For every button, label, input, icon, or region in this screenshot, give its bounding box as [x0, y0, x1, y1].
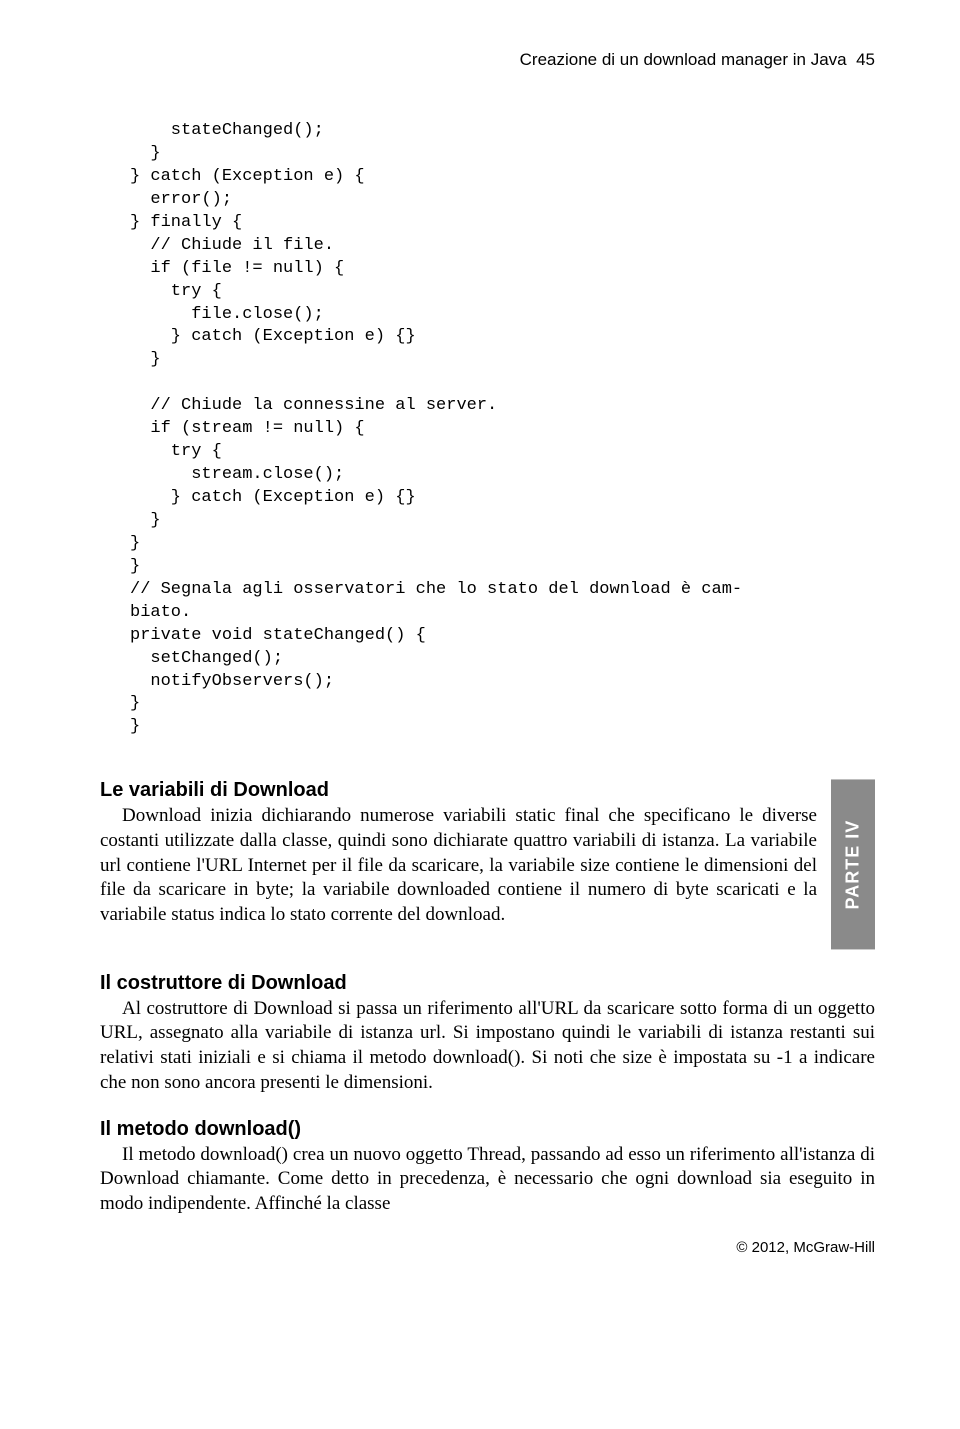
page-number: 45 [856, 50, 875, 69]
section-body: Al costruttore di Download si passa un r… [100, 997, 875, 1096]
page-content: Creazione di un download manager in Java… [0, 0, 960, 1286]
code-listing: stateChanged(); } } catch (Exception e) … [130, 120, 875, 739]
section-variabili: Le variabili di Download Download inizia… [100, 779, 817, 927]
section-title: Il metodo download() [100, 1118, 875, 1141]
section-body: Il metodo download() crea un nuovo ogget… [100, 1143, 875, 1217]
section-title: Il costruttore di Download [100, 972, 875, 995]
footer-copyright: © 2012, McGraw-Hill [100, 1239, 875, 1256]
section-costruttore: Il costruttore di Download Al costruttor… [100, 972, 875, 1096]
section-metodo: Il metodo download() Il metodo download(… [100, 1118, 875, 1217]
running-title: Creazione di un download manager in Java [520, 50, 847, 69]
section-body: Download inizia dichiarando numerose var… [100, 804, 817, 927]
section-title: Le variabili di Download [100, 779, 817, 802]
part-tab: PARTE IV [831, 779, 875, 949]
section-with-sidebar: Le variabili di Download Download inizia… [100, 779, 875, 949]
running-header: Creazione di un download manager in Java… [100, 50, 875, 70]
